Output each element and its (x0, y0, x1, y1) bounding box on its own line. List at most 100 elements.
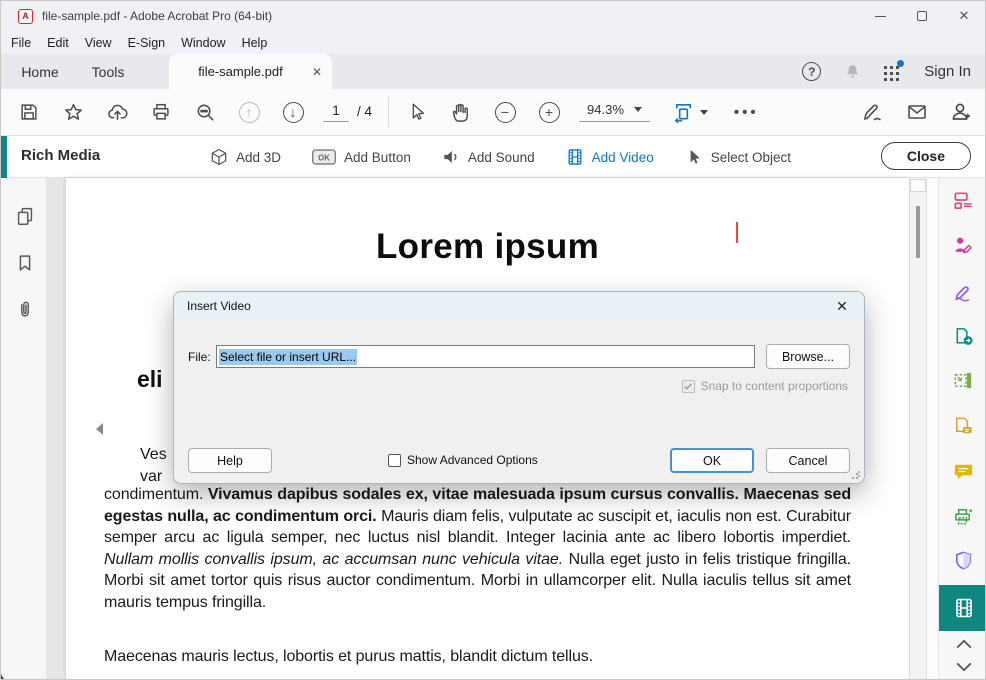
page-display-dropdown[interactable] (668, 96, 712, 128)
maximize-button[interactable] (901, 1, 943, 31)
tab-close-icon[interactable]: ✕ (312, 65, 322, 79)
tabbar-right-actions: ? Sign In (802, 54, 971, 89)
add-sound-button[interactable]: Add Sound (441, 147, 535, 167)
clipped-heading-text: eli (137, 366, 163, 393)
film-icon (565, 147, 585, 167)
chevron-down-icon (634, 107, 642, 112)
attachments-button[interactable] (9, 293, 41, 325)
titlebar: A file-sample.pdf - Adobe Acrobat Pro (6… (1, 1, 986, 31)
minimize-icon (875, 16, 886, 17)
export-pdf-icon (952, 325, 975, 348)
esign-button[interactable] (857, 96, 889, 128)
toolbar: ↑ ↓ 1 / 4 − + 94.3% ••• (1, 89, 986, 136)
tab-tools[interactable]: Tools (79, 54, 137, 89)
bookmarks-button[interactable] (9, 247, 41, 279)
zoom-out-icon: − (495, 102, 516, 123)
profile-button[interactable] (945, 96, 977, 128)
add-video-button[interactable]: Add Video (565, 147, 654, 167)
chevron-down-icon (700, 110, 708, 115)
share-button[interactable] (101, 96, 133, 128)
organize-pages-button[interactable] (939, 406, 986, 446)
tabbar: Home Tools file-sample.pdf ✕ ? Sign In (1, 54, 986, 89)
menu-esign[interactable]: E-Sign (120, 36, 174, 50)
tab-document[interactable]: file-sample.pdf ✕ (169, 54, 332, 89)
dialog-close-icon[interactable]: ✕ (832, 296, 852, 316)
close-icon: ✕ (959, 8, 970, 24)
scan-ocr-button[interactable] (939, 496, 986, 536)
chevron-up-icon (955, 638, 973, 650)
help-icon[interactable]: ? (802, 62, 821, 81)
email-button[interactable] (901, 96, 933, 128)
resize-grip[interactable] (851, 470, 860, 479)
search-button[interactable] (189, 96, 221, 128)
select-tool-icon (406, 101, 428, 123)
scrollbar-up-button[interactable] (910, 179, 926, 192)
tab-home[interactable]: Home (11, 54, 69, 89)
more-tools-button[interactable]: ••• (734, 104, 759, 121)
select-object-button[interactable]: Select Object (684, 147, 791, 167)
rail-scroll-down-button[interactable] (939, 656, 986, 678)
fill-sign-button[interactable] (939, 225, 986, 265)
rich-media-icon (952, 596, 976, 620)
menu-file[interactable]: File (3, 36, 39, 50)
print-button[interactable] (145, 96, 177, 128)
help-button[interactable]: Help (188, 448, 272, 473)
menu-help[interactable]: Help (234, 36, 276, 50)
page-number-input[interactable]: 1 (323, 103, 349, 122)
favorite-button[interactable] (57, 96, 89, 128)
esign-pen-icon (861, 100, 885, 124)
zoom-in-button[interactable]: + (533, 96, 565, 128)
cancel-button[interactable]: Cancel (766, 448, 850, 473)
sign-pen-button[interactable] (939, 271, 986, 311)
add-button-button[interactable]: OK Add Button (311, 147, 411, 167)
show-advanced-options-checkbox[interactable]: Show Advanced Options (388, 453, 538, 467)
vertical-scrollbar-thumb[interactable] (916, 206, 920, 258)
collapse-panel-arrow[interactable] (96, 423, 103, 435)
rail-scroll-up-button[interactable] (939, 633, 986, 655)
select-tool-button[interactable] (401, 96, 433, 128)
browse-button[interactable]: Browse... (766, 344, 850, 369)
page-number-box: 1 / 4 (323, 103, 372, 122)
protect-button[interactable] (939, 540, 986, 580)
add-3d-label: Add 3D (236, 150, 281, 165)
save-icon (18, 101, 40, 123)
menu-window[interactable]: Window (173, 36, 233, 50)
menu-edit[interactable]: Edit (39, 36, 77, 50)
previous-page-button[interactable]: ↑ (233, 96, 265, 128)
sign-in-button[interactable]: Sign In (924, 63, 971, 80)
apps-grid-icon[interactable] (884, 63, 902, 81)
minimize-button[interactable] (859, 1, 901, 31)
star-icon (62, 101, 85, 124)
page-scroll-icon (672, 101, 695, 124)
bell-icon[interactable] (843, 62, 862, 81)
paragraph-italic-text: Nullam mollis convallis ipsum, ac accums… (104, 551, 563, 568)
close-window-button[interactable]: ✕ (943, 1, 985, 31)
acrobat-window: A file-sample.pdf - Adobe Acrobat Pro (6… (0, 0, 986, 680)
ok-button[interactable]: OK (670, 448, 754, 473)
add-video-label: Add Video (592, 150, 654, 165)
profile-add-icon (949, 100, 973, 124)
dialog-titlebar[interactable]: Insert Video ✕ (174, 292, 864, 319)
notification-dot (897, 60, 904, 67)
page-thumbnails-button[interactable] (9, 200, 41, 232)
file-url-input[interactable]: Select file or insert URL... (216, 345, 755, 368)
tab-document-label: file-sample.pdf (169, 64, 312, 79)
export-pdf-button[interactable] (939, 316, 986, 356)
add-3d-button[interactable]: Add 3D (209, 147, 281, 167)
edit-pdf-button[interactable] (939, 360, 986, 400)
zoom-level-dropdown[interactable]: 94.3% (579, 102, 650, 122)
document-paragraph: condimentum. Vivamus dapibus sodales ex,… (104, 484, 851, 614)
rich-media-tool-active[interactable] (939, 585, 986, 631)
protect-icon (952, 549, 975, 572)
toolbar-right (845, 96, 977, 128)
create-pdf-button[interactable] (939, 180, 986, 220)
zoom-out-button[interactable]: − (489, 96, 521, 128)
menu-view[interactable]: View (77, 36, 120, 50)
snap-proportions-checkbox: Snap to content proportions (682, 379, 848, 393)
close-rich-media-button[interactable]: Close (881, 142, 971, 170)
comment-button[interactable] (939, 451, 986, 491)
save-button[interactable] (13, 96, 45, 128)
toolbar-separator (388, 97, 389, 127)
next-page-button[interactable]: ↓ (277, 96, 309, 128)
hand-tool-button[interactable] (445, 96, 477, 128)
